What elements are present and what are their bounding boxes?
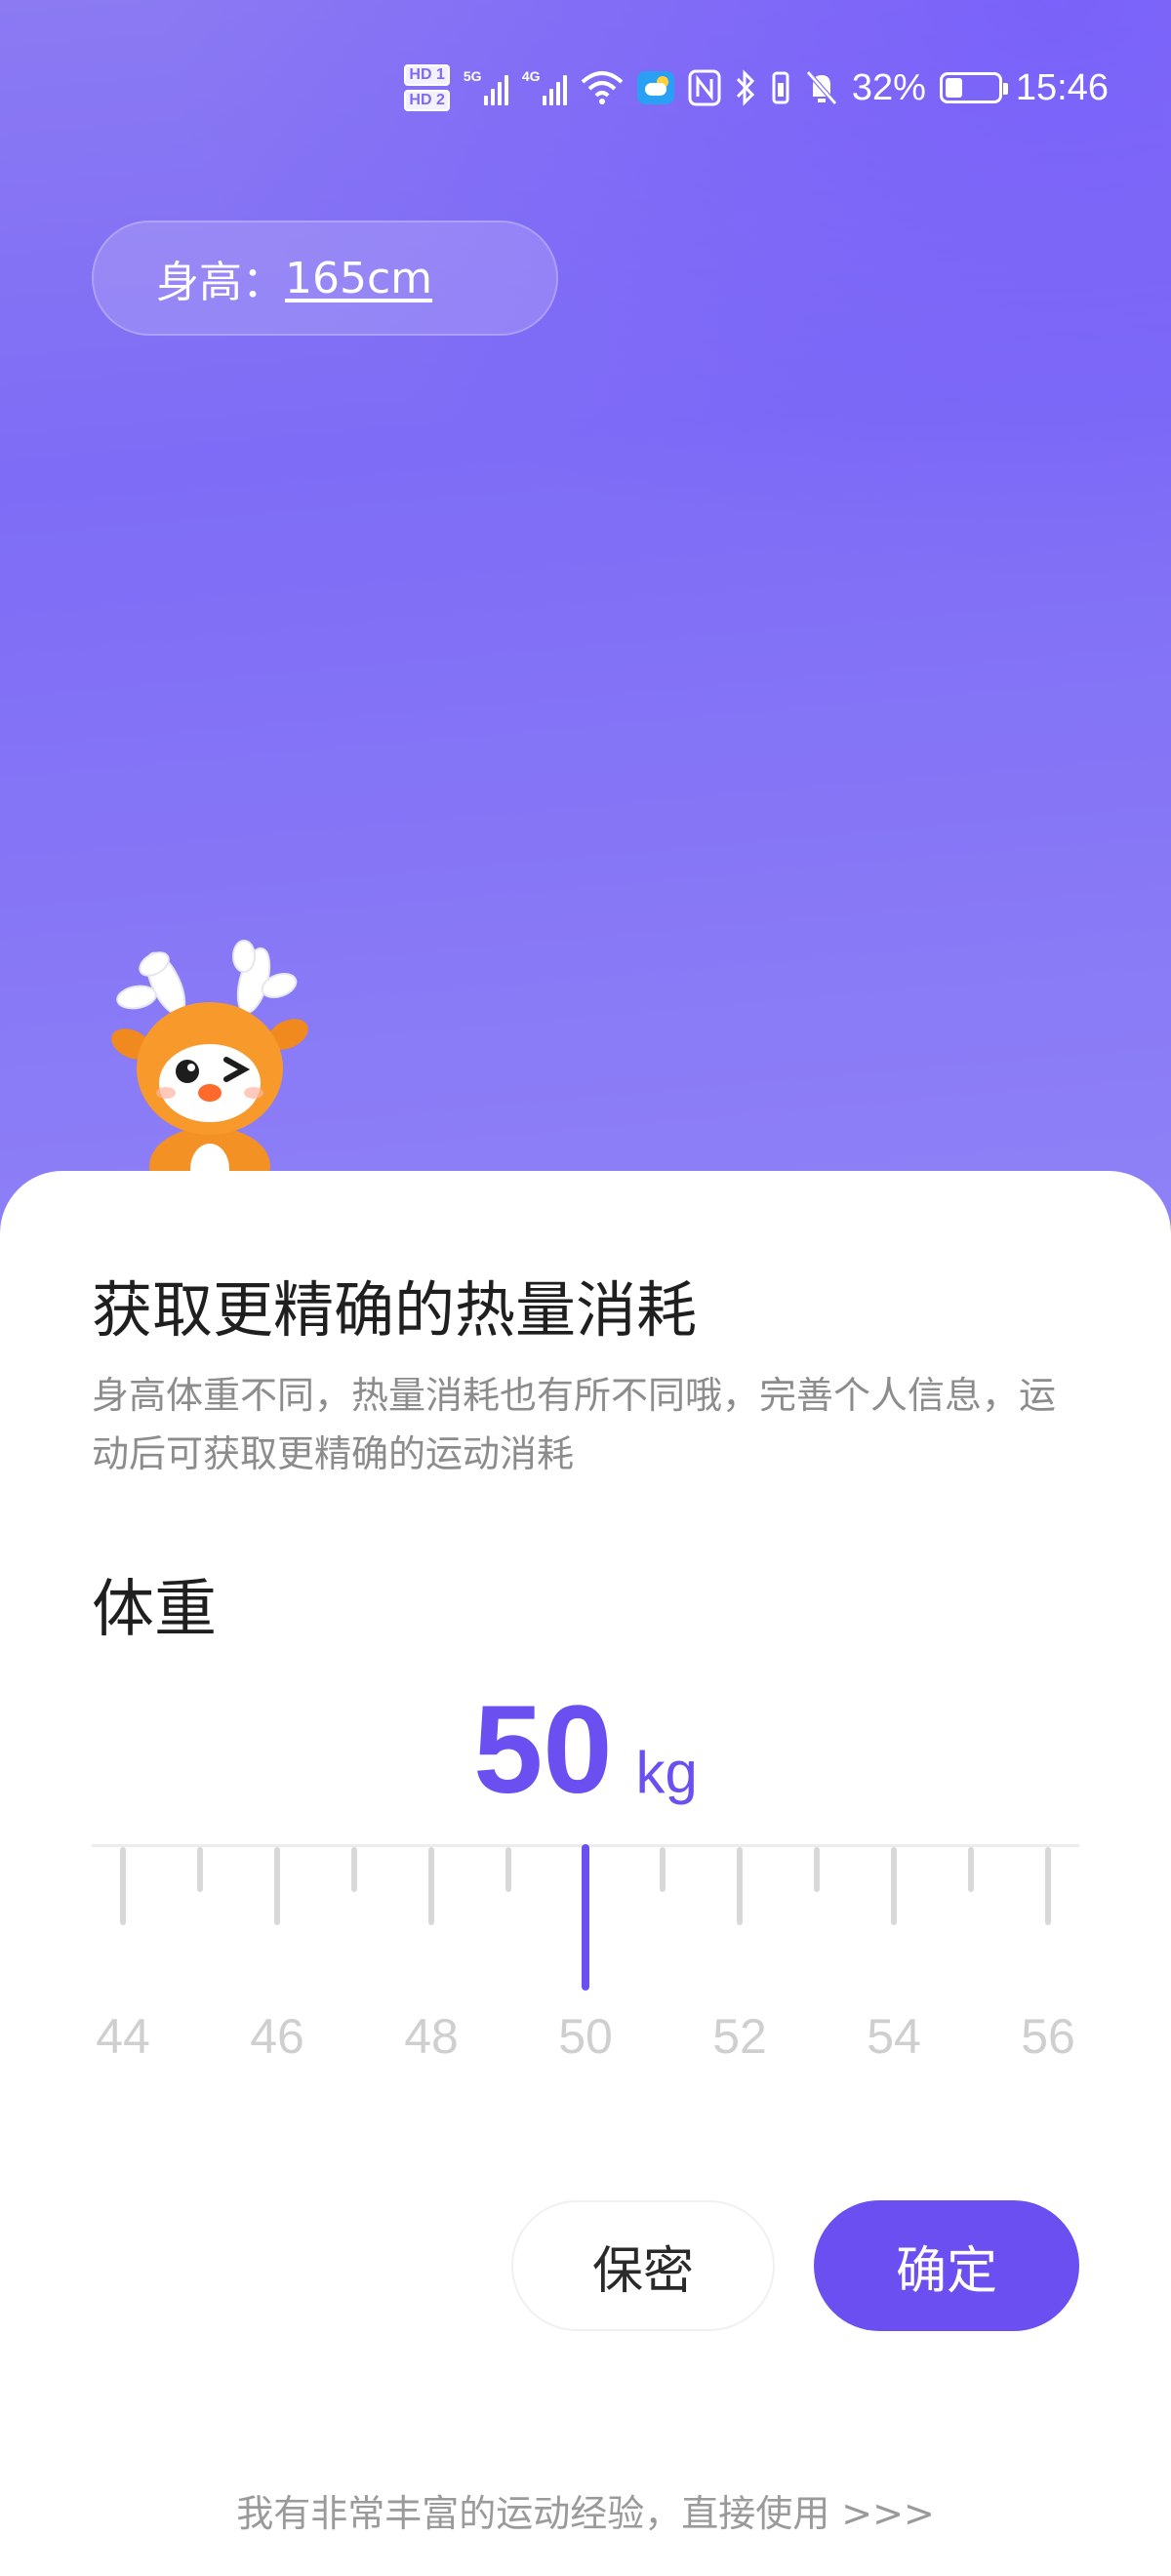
ruler-tick bbox=[428, 1847, 434, 1925]
status-bar: HD 1 HD 2 5G 4G 32% 15:46 bbox=[404, 54, 1109, 122]
ruler-tick-label: 44 bbox=[96, 2009, 150, 2064]
ruler-tick bbox=[737, 1847, 743, 1925]
confirm-button[interactable]: 确定 bbox=[814, 2200, 1079, 2331]
ruler-tick-label: 46 bbox=[250, 2009, 304, 2064]
signal-5g-icon: 5G bbox=[464, 68, 508, 107]
ruler-pointer[interactable] bbox=[582, 1844, 589, 1991]
weather-app-icon bbox=[636, 71, 674, 104]
ruler-tick bbox=[968, 1847, 974, 1892]
ruler-tick bbox=[120, 1847, 126, 1925]
net2-label: 4G bbox=[521, 68, 541, 84]
ruler-tick bbox=[891, 1847, 897, 1925]
signal-4g-icon: 4G bbox=[522, 68, 567, 107]
height-pill[interactable]: 身高： 165cm bbox=[92, 221, 558, 336]
height-label: 身高： bbox=[156, 258, 285, 307]
sheet-description: 身高体重不同，热量消耗也有所不同哦，完善个人信息，运动后可获取更精确的运动消耗 bbox=[92, 1374, 1057, 1475]
hd-icon: HD 1 HD 2 bbox=[404, 64, 450, 111]
ruler-tick bbox=[1045, 1847, 1051, 1925]
ruler-tick bbox=[197, 1847, 203, 1892]
mute-bell-icon bbox=[805, 69, 838, 106]
wifi-icon bbox=[581, 70, 624, 105]
skip-link[interactable]: 我有非常丰富的运动经验，直接使用 >>> bbox=[0, 2483, 1171, 2537]
weight-value-display: 50 kg bbox=[0, 1678, 1171, 1822]
hd1-label: HD 1 bbox=[404, 64, 450, 86]
ruler-tick-label: 48 bbox=[404, 2009, 459, 2064]
battery-icon bbox=[939, 72, 1008, 103]
sheet-title: 获取更精确的热量消耗 bbox=[92, 1274, 698, 1346]
bluetooth-icon bbox=[735, 69, 756, 106]
ruler-tick bbox=[660, 1847, 666, 1892]
ruler-tick-label: 54 bbox=[867, 2009, 921, 2064]
nfc-icon bbox=[688, 69, 721, 106]
weight-bottom-sheet: 获取更精确的热量消耗 身高体重不同，热量消耗也有所不同哦，完善个人信息，运动后可… bbox=[0, 1171, 1171, 2576]
weight-ruler-slider[interactable]: 44 46 48 50 52 54 56 bbox=[92, 1844, 1079, 2098]
screen: HD 1 HD 2 5G 4G 32% 15:46 身高： 165cm 获取更精… bbox=[0, 0, 1171, 2576]
clock: 15:46 bbox=[1015, 66, 1109, 108]
weight-value: 50 bbox=[473, 1680, 613, 1820]
weight-unit: kg bbox=[635, 1740, 698, 1805]
ruler-tick-label: 52 bbox=[712, 2009, 767, 2064]
net1-label: 5G bbox=[463, 68, 482, 84]
vibrate-icon bbox=[770, 69, 791, 106]
weight-label: 体重 bbox=[92, 1574, 217, 1646]
deer-mascot-image bbox=[111, 940, 308, 1181]
ruler-tick bbox=[814, 1847, 820, 1892]
height-value-link[interactable]: 165cm bbox=[285, 254, 432, 303]
hd2-label: HD 2 bbox=[404, 90, 450, 111]
battery-percent: 32% bbox=[851, 66, 926, 108]
ruler-tick-label: 56 bbox=[1021, 2009, 1075, 2064]
secret-button[interactable]: 保密 bbox=[511, 2200, 775, 2331]
ruler-tick bbox=[274, 1847, 280, 1925]
ruler-tick bbox=[351, 1847, 357, 1892]
ruler-tick-label: 50 bbox=[558, 2009, 613, 2064]
ruler-tick bbox=[505, 1847, 511, 1892]
